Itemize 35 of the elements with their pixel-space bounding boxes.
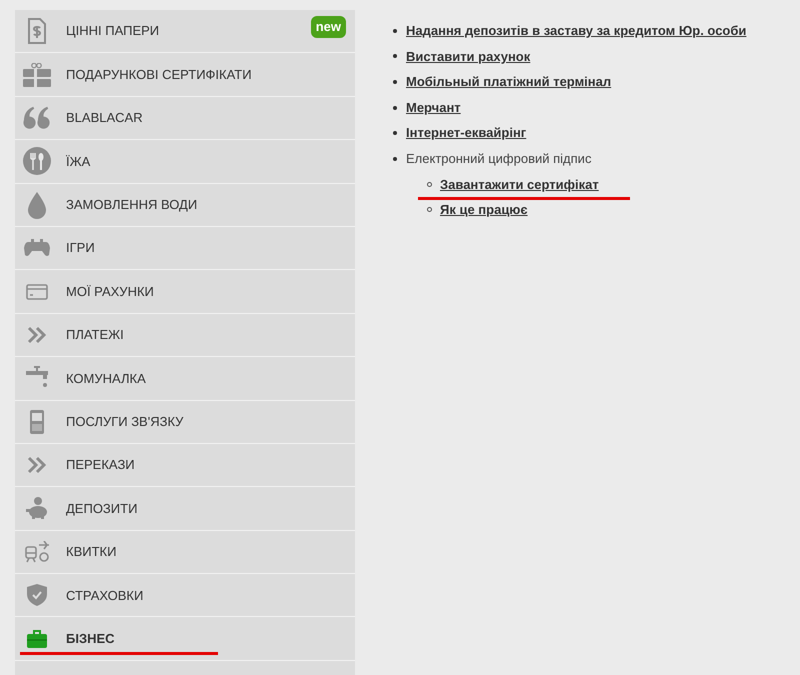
bullet-icon	[393, 54, 397, 58]
water-drop-icon	[27, 190, 47, 219]
bullet-icon	[427, 182, 432, 187]
link[interactable]: Завантажити сертифікат	[440, 174, 599, 194]
sidebar-item[interactable]: ПОСЛУГИ ЗВ'ЯЗКУ	[15, 400, 355, 444]
link[interactable]: Як це працює	[440, 200, 528, 220]
link[interactable]: Мобільный платіжний термінал	[406, 72, 612, 92]
link[interactable]: Надання депозитів в заставу за кредитом Юр. особи	[406, 21, 746, 41]
dollar-document-icon	[28, 18, 46, 44]
briefcase-icon	[27, 630, 47, 648]
sidebar-item[interactable]: ПЛАТЕЖІ	[15, 314, 355, 358]
fork-spoon-icon	[23, 147, 51, 176]
double-chevron-icon	[27, 326, 47, 344]
bullet-icon	[393, 131, 397, 136]
sidebar-item[interactable]: ЗАМОВЛЕННЯ ВОДИ	[15, 184, 355, 227]
bullet-icon	[393, 106, 397, 110]
link[interactable]: Виставити рахунок	[406, 46, 530, 66]
credit-card-icon	[26, 284, 48, 300]
bullet-icon	[393, 156, 397, 161]
bullet-icon	[393, 28, 397, 33]
piggy-bank-icon	[26, 497, 48, 520]
double-chevron-icon	[27, 456, 47, 474]
shield-check-icon	[27, 584, 47, 606]
bullet-icon	[393, 80, 397, 84]
link[interactable]: Мерчант	[406, 98, 461, 118]
link[interactable]: Інтернет-еквайрінг	[406, 123, 526, 143]
gamepad-icon	[24, 239, 50, 258]
bullet-icon	[427, 207, 432, 212]
mobile-phone-icon	[30, 410, 44, 434]
new-badge: new	[310, 16, 346, 38]
train-plane-icon	[25, 540, 49, 563]
gift-card-icon	[23, 62, 51, 87]
quote-marks-icon	[23, 106, 51, 130]
sidebar-item[interactable]: КВИТКИ	[15, 530, 355, 574]
section-label: Електронний цифровий підпис	[406, 150, 592, 168]
